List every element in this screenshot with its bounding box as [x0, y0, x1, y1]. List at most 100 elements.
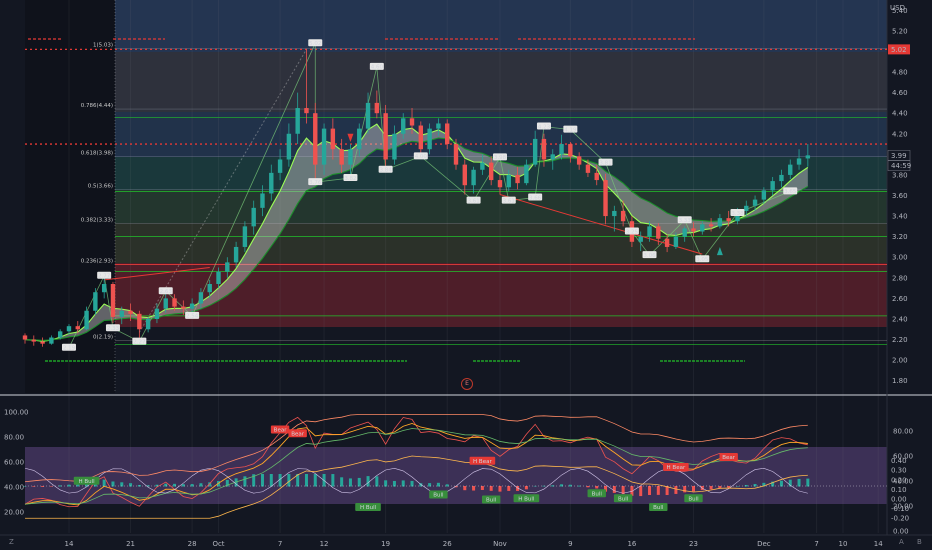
auto-scale-button[interactable]: A [899, 538, 904, 546]
histogram-bar [612, 486, 616, 493]
candle-body[interactable] [242, 226, 248, 247]
candle-body[interactable] [339, 149, 344, 165]
candle-body[interactable] [84, 310, 89, 330]
candle-body[interactable] [22, 335, 28, 340]
candle-body[interactable] [532, 138, 538, 165]
candle-body[interactable] [664, 238, 670, 247]
candle-body[interactable] [189, 303, 195, 309]
candle-body[interactable] [216, 271, 221, 284]
candle-body[interactable] [233, 246, 239, 263]
candle-body[interactable] [612, 210, 617, 217]
candle-body[interactable] [295, 108, 300, 134]
candle-body[interactable] [427, 128, 432, 150]
candle-body[interactable] [304, 108, 309, 114]
candle-body[interactable] [357, 128, 362, 150]
candle-body[interactable] [594, 172, 599, 181]
candle-body[interactable] [313, 113, 318, 165]
candle-body[interactable] [119, 310, 124, 317]
candle-body[interactable] [401, 118, 406, 134]
candle-body[interactable] [330, 128, 336, 150]
candle-body[interactable] [128, 310, 133, 314]
candle-body[interactable] [269, 172, 274, 194]
candle-body[interactable] [418, 125, 424, 150]
candle-body[interactable] [137, 313, 142, 330]
time-tick: Dec [757, 540, 771, 548]
candle-body[interactable] [576, 156, 582, 165]
time-tick: 12 [320, 540, 329, 548]
candle-body[interactable] [603, 180, 608, 217]
candle-body[interactable] [805, 155, 811, 159]
candle-body[interactable] [93, 292, 98, 311]
candle-body[interactable] [154, 308, 160, 319]
candle-body[interactable] [726, 218, 731, 222]
candle-body[interactable] [708, 224, 714, 227]
candle-body[interactable] [471, 169, 476, 186]
candle-body[interactable] [57, 331, 63, 338]
candle-body[interactable] [717, 218, 723, 227]
chart-workspace[interactable]: 1(5.03) 0.786(4.44) 0.618(3.98) 0.5(3.66) 0.… [0, 0, 932, 550]
candle-body[interactable] [453, 144, 459, 165]
candle-body[interactable] [172, 298, 177, 307]
candle-body[interactable] [207, 283, 212, 293]
candle-body[interactable] [682, 228, 687, 237]
candle-body[interactable] [700, 224, 705, 232]
candle-body[interactable] [163, 298, 168, 309]
candle-body[interactable] [31, 339, 36, 342]
candle-body[interactable] [541, 138, 547, 160]
candle-body[interactable] [744, 205, 749, 211]
candle-body[interactable] [251, 207, 256, 227]
event-marker[interactable]: E [461, 378, 473, 390]
candle-body[interactable] [656, 226, 661, 239]
candle-body[interactable] [497, 180, 503, 188]
candle-body[interactable] [515, 174, 520, 184]
candle-body[interactable] [101, 283, 107, 293]
candle-body[interactable] [647, 226, 652, 237]
candle-body[interactable] [796, 158, 802, 165]
candle-body[interactable] [75, 326, 80, 330]
candle-body[interactable] [198, 292, 204, 304]
candle-body[interactable] [691, 228, 696, 232]
candle-body[interactable] [568, 144, 573, 157]
candle-body[interactable] [585, 164, 591, 173]
price-tick: 2.00 [892, 357, 908, 365]
candle-body[interactable] [506, 174, 511, 188]
candle-body[interactable] [321, 128, 327, 165]
candle-body[interactable] [40, 341, 45, 344]
fib-zone-0 [115, 0, 887, 52]
candle-body[interactable] [788, 164, 793, 175]
candle-body[interactable] [392, 133, 397, 160]
candle-body[interactable] [524, 164, 529, 184]
candle-body[interactable] [761, 190, 767, 200]
candle-body[interactable] [348, 149, 353, 165]
candle-body[interactable] [374, 102, 380, 114]
candle-body[interactable] [383, 113, 388, 160]
candle-body[interactable] [638, 236, 643, 242]
candle-body[interactable] [445, 123, 450, 145]
candle-body[interactable] [49, 337, 54, 344]
candle-body[interactable] [673, 236, 679, 247]
candle-body[interactable] [779, 174, 784, 182]
candle-body[interactable] [620, 210, 626, 222]
candle-body[interactable] [488, 162, 494, 181]
candle-body[interactable] [436, 123, 441, 129]
candle-body[interactable] [260, 193, 265, 208]
log-scale-button[interactable]: B [917, 538, 922, 546]
candle-body[interactable] [462, 164, 467, 186]
pivot-label: 3.38 [731, 211, 744, 217]
price-chart[interactable]: 1(5.03) 0.786(4.44) 0.618(3.98) 0.5(3.66) 0.… [0, 0, 932, 550]
timezone-button[interactable]: Z [9, 538, 14, 546]
candle-body[interactable] [365, 102, 371, 129]
candle-body[interactable] [752, 199, 758, 206]
candle-body[interactable] [145, 318, 151, 330]
candle-body[interactable] [225, 262, 230, 272]
candle-body[interactable] [286, 133, 292, 160]
candle-body[interactable] [181, 306, 186, 309]
candle-body[interactable] [277, 159, 283, 173]
candle-body[interactable] [409, 118, 415, 126]
candle-body[interactable] [480, 162, 485, 170]
candle-body[interactable] [110, 283, 116, 317]
candle-body[interactable] [66, 326, 72, 332]
candle-body[interactable] [550, 154, 555, 160]
candle-body[interactable] [559, 144, 564, 155]
candle-body[interactable] [770, 181, 775, 191]
